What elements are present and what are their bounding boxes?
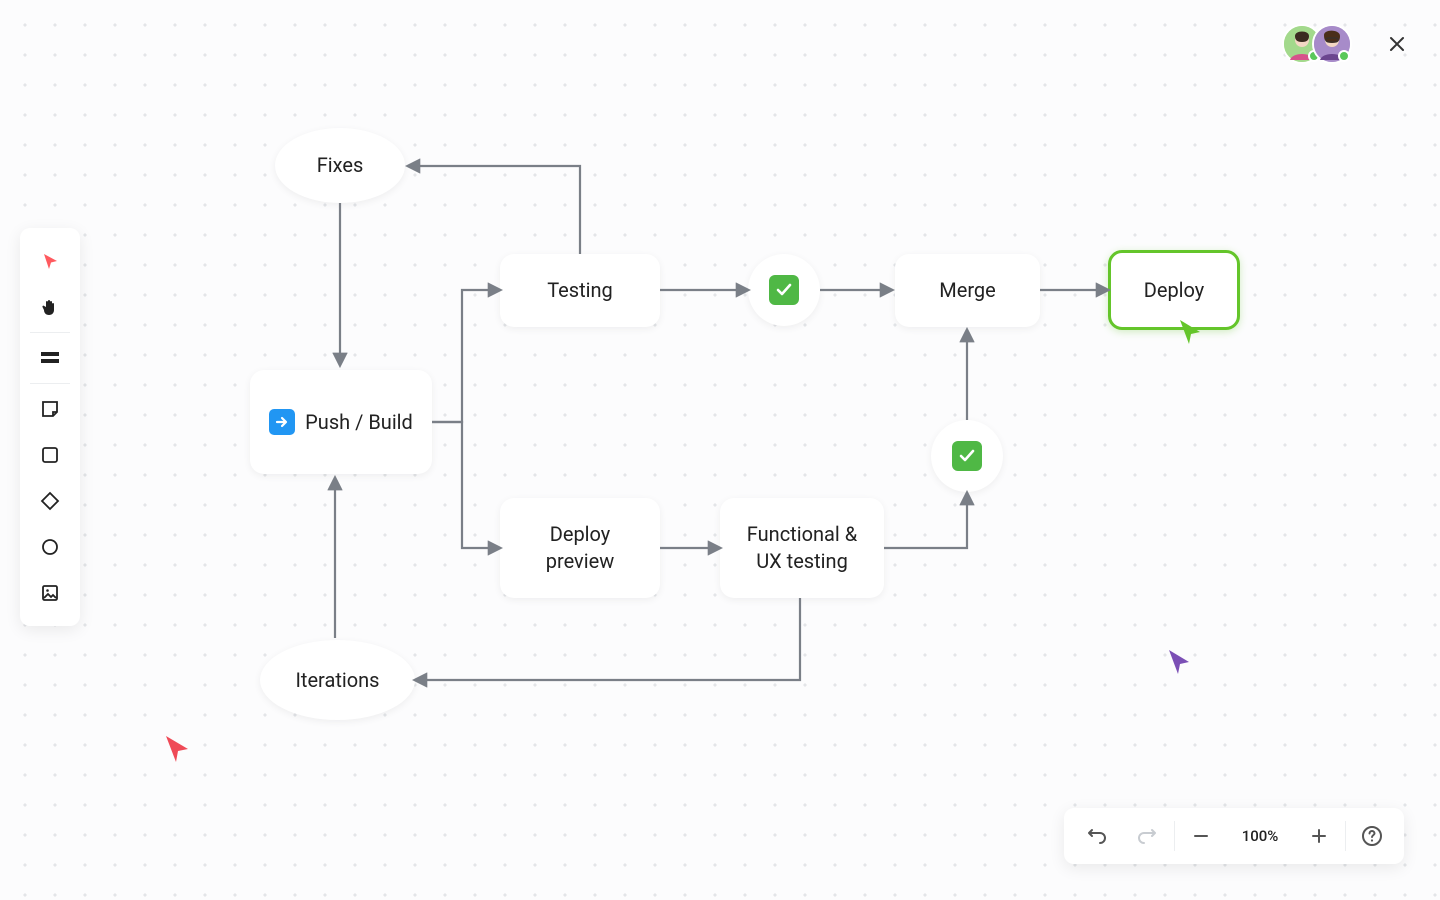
help-icon: [1361, 825, 1383, 847]
bottom-toolbar: 100%: [1064, 808, 1404, 864]
image-tool[interactable]: [20, 570, 80, 616]
undo-icon: [1085, 825, 1107, 847]
hand-tool[interactable]: [20, 284, 80, 330]
toolbar-divider: [30, 383, 70, 384]
zoom-level-label[interactable]: 100%: [1227, 827, 1293, 845]
collaborator-cursor-purple: [1167, 648, 1193, 676]
redo-button[interactable]: [1122, 808, 1174, 864]
rectangle-icon: [41, 446, 59, 464]
image-icon: [41, 584, 59, 602]
zoom-out-button[interactable]: [1175, 808, 1227, 864]
select-tool[interactable]: [20, 238, 80, 284]
rectangle-tool[interactable]: [20, 432, 80, 478]
close-button[interactable]: [1382, 29, 1412, 59]
plus-icon: [1310, 827, 1328, 845]
presence-dot-icon: [1338, 50, 1350, 62]
toolbar-divider: [30, 332, 70, 333]
section-tool[interactable]: [20, 335, 80, 381]
circle-tool[interactable]: [20, 524, 80, 570]
redo-icon: [1137, 825, 1159, 847]
cursor-icon: [1178, 318, 1204, 346]
diamond-tool[interactable]: [20, 478, 80, 524]
sticky-note-tool[interactable]: [20, 386, 80, 432]
sticky-note-icon: [41, 400, 59, 418]
collaborator-cursor-red: [164, 734, 192, 764]
cursor-icon: [41, 252, 59, 270]
zoom-in-button[interactable]: [1293, 808, 1345, 864]
header: [1282, 24, 1412, 64]
collaborator-cursor-green: [1178, 318, 1204, 346]
cursor-icon: [1167, 648, 1193, 676]
close-icon: [1388, 35, 1406, 53]
section-icon: [40, 349, 60, 367]
help-button[interactable]: [1346, 808, 1398, 864]
avatar[interactable]: [1312, 24, 1352, 64]
minus-icon: [1192, 827, 1210, 845]
connectors-layer: [0, 0, 1440, 900]
circle-icon: [41, 538, 59, 556]
undo-button[interactable]: [1070, 808, 1122, 864]
collaborator-avatars: [1282, 24, 1352, 64]
cursor-icon: [164, 734, 192, 764]
hand-icon: [40, 297, 60, 317]
tools-toolbar: [20, 228, 80, 626]
diamond-icon: [40, 491, 60, 511]
